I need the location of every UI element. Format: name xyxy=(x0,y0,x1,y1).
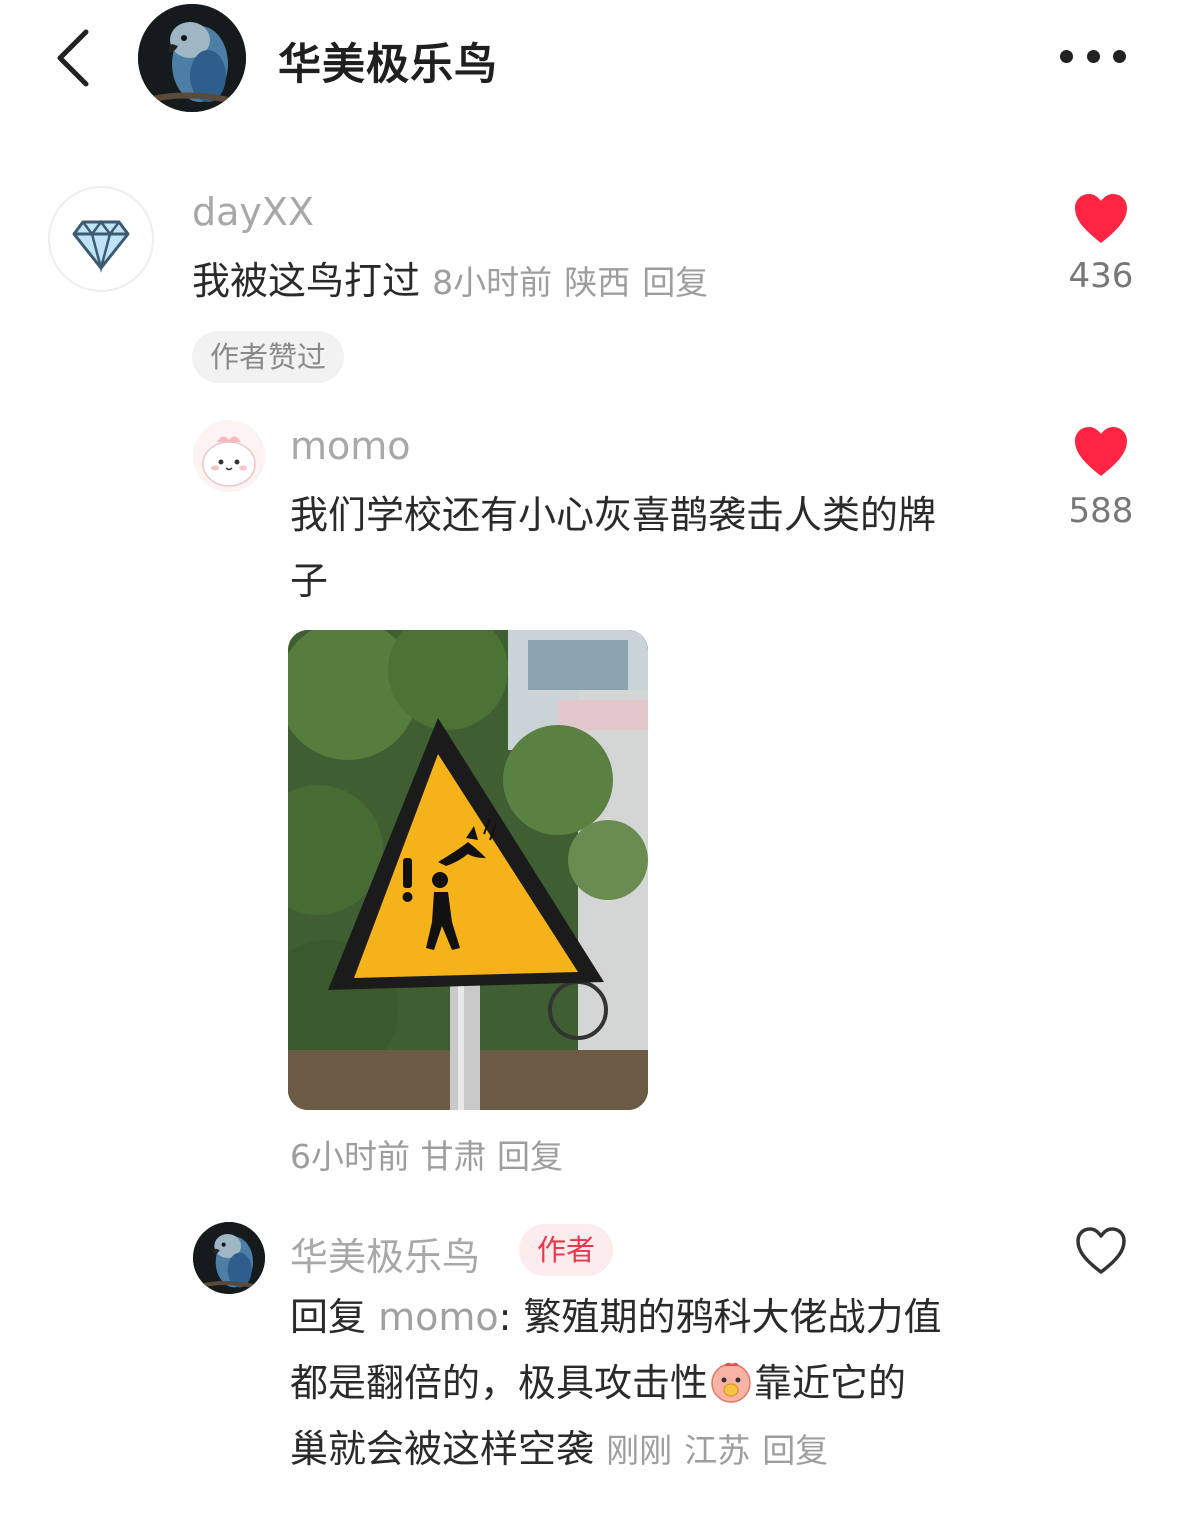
parrot-avatar-icon xyxy=(138,4,246,112)
comment-username[interactable]: momo xyxy=(290,424,411,468)
more-options-icon[interactable] xyxy=(1058,48,1128,66)
like-heart-outline-icon[interactable] xyxy=(1074,1226,1128,1276)
reply-line: 巢就会被这样空袭 刚刚 江苏 回复 xyxy=(290,1416,1030,1484)
comment-username[interactable]: dayXX xyxy=(192,190,314,234)
like-count: 588 xyxy=(1068,491,1134,531)
user-avatar[interactable] xyxy=(48,186,154,292)
user-avatar[interactable] xyxy=(193,420,265,492)
page-title: 华美极乐鸟 xyxy=(278,40,498,90)
reply-line: 回复 momo: 繁殖期的鸦科大佬战力值 xyxy=(290,1284,1030,1350)
surprised-emoji-icon xyxy=(711,1362,751,1403)
cartoon-avatar-icon xyxy=(193,420,265,492)
reply-text: 巢就会被这样空袭 xyxy=(290,1427,595,1471)
comment-time: 刚刚 xyxy=(606,1431,673,1470)
header-avatar[interactable] xyxy=(138,4,246,112)
comment-meta: 6小时前 甘肃 回复 xyxy=(290,1130,563,1178)
diamond-icon xyxy=(72,219,130,273)
author-badge: 作者 xyxy=(519,1224,614,1276)
comment-time: 6小时前 xyxy=(290,1137,410,1176)
comment-body: 我们学校还有小心灰喜鹊袭击人类的牌 子 xyxy=(290,482,1050,614)
author-liked-tag: 作者赞过 xyxy=(192,331,345,383)
warning-sign-photo xyxy=(288,630,648,1110)
reply-text: 都是翻倍的，极具攻击性 xyxy=(290,1361,709,1405)
reply-body: 回复 momo: 繁殖期的鸦科大佬战力值 都是翻倍的，极具攻击性 靠近它的 巢就… xyxy=(290,1284,1030,1484)
reply-text: 靠近它的 xyxy=(754,1361,907,1405)
mention-link[interactable]: momo xyxy=(378,1295,499,1339)
comment-location: 陕西 xyxy=(564,263,631,302)
back-chevron-icon[interactable] xyxy=(52,28,96,88)
comment-location: 甘肃 xyxy=(420,1137,487,1176)
like-count: 436 xyxy=(1068,256,1134,296)
reply-line: 都是翻倍的，极具攻击性 靠近它的 xyxy=(290,1350,1030,1416)
reply-text: : 繁殖期的鸦科大佬战力值 xyxy=(498,1295,942,1339)
comment-body: 我被这鸟打过 8小时前 陕西 回复 xyxy=(192,248,708,316)
parrot-avatar-icon xyxy=(193,1222,265,1294)
comment-time: 8小时前 xyxy=(432,263,553,302)
reply-button[interactable]: 回复 xyxy=(497,1137,563,1176)
comment-username[interactable]: 华美极乐鸟 xyxy=(290,1226,480,1281)
reply-prefix: 回复 xyxy=(290,1295,367,1339)
user-avatar[interactable] xyxy=(193,1222,265,1294)
comment-text-line: 我们学校还有小心灰喜鹊袭击人类的牌 xyxy=(290,493,937,537)
comment-location: 江苏 xyxy=(684,1431,751,1470)
like-heart-icon[interactable] xyxy=(1073,426,1129,478)
comment-text-line: 子 xyxy=(290,559,329,603)
reply-button[interactable]: 回复 xyxy=(642,263,708,302)
reply-button[interactable]: 回复 xyxy=(762,1431,828,1470)
like-heart-icon[interactable] xyxy=(1073,193,1129,245)
comment-image[interactable] xyxy=(288,630,648,1110)
comment-text: 我被这鸟打过 xyxy=(192,259,421,303)
